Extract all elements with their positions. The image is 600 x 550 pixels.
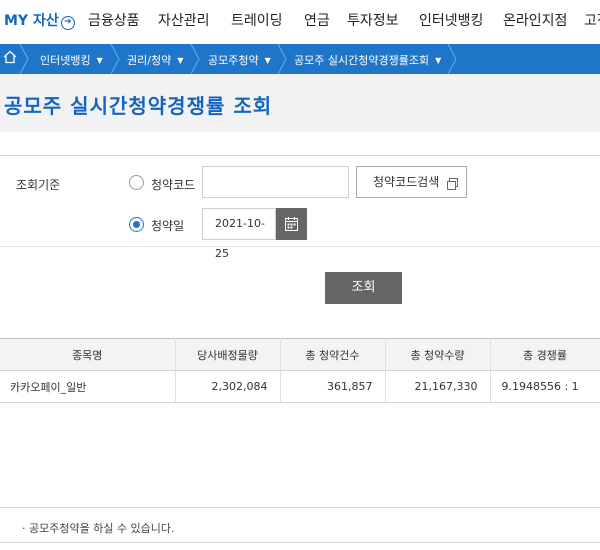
breadcrumb-ipo-subscription[interactable]: 공모주청약 ▼: [208, 52, 271, 68]
nav-item-online-branch[interactable]: 온라인지점: [503, 10, 567, 30]
nav-item-pension[interactable]: 연금: [304, 10, 330, 30]
home-icon[interactable]: [2, 50, 18, 66]
chevron-down-icon: ▼: [435, 56, 442, 65]
table-row: 카카오페이_일반 2,302,084 361,857 21,167,330 9.…: [0, 370, 600, 403]
search-form: 조회기준 청약코드 청약코드검색 청약일 2021-10-25: [0, 155, 600, 260]
page-title-band: 공모주 실시간청약경쟁률 조회: [0, 74, 600, 132]
calendar-icon: [285, 217, 298, 231]
table-header-row: 종목명 당사배정물량 총 청약건수 총 청약수량 총 경쟁률: [0, 338, 600, 371]
breadcrumb-separator: [109, 44, 121, 74]
code-search-button[interactable]: 청약코드검색: [356, 166, 467, 198]
subscription-date-input[interactable]: 2021-10-25: [202, 208, 276, 260]
my-assets-label: MY 자산: [4, 13, 59, 29]
column-header-total-quantity: 총 청약수량: [385, 338, 491, 371]
chevron-down-icon: ▼: [177, 56, 184, 65]
radio-subscription-code[interactable]: [129, 175, 144, 190]
column-header-competition-rate: 총 경쟁률: [490, 338, 600, 371]
breadcrumb-separator: [446, 44, 458, 74]
arrow-circle-icon: ➔: [60, 16, 75, 30]
notice-text: · 공모주청약을 하실 수 있습니다.: [22, 522, 175, 535]
page-title: 공모주 실시간청약경쟁률 조회: [4, 94, 273, 118]
column-header-stock-name: 종목명: [0, 338, 176, 371]
chevron-down-icon: ▼: [96, 56, 103, 65]
notice-box: · 공모주청약을 하실 수 있습니다.: [0, 507, 600, 543]
breadcrumb-separator: [18, 44, 30, 74]
code-search-button-label: 청약코드검색: [373, 175, 440, 189]
popup-icon: [447, 178, 458, 190]
search-button[interactable]: 조회: [325, 272, 402, 304]
breadcrumb-internet-banking[interactable]: 인터넷뱅킹 ▼: [40, 52, 103, 68]
cell-allocated-qty: 2,302,084: [175, 370, 281, 403]
nav-item-trading[interactable]: 트레이딩: [231, 10, 283, 30]
nav-item-financial-products[interactable]: 금융상품: [88, 10, 140, 30]
nav-item-customer[interactable]: 고객: [584, 10, 600, 30]
cell-total-quantity: 21,167,330: [385, 370, 491, 403]
breadcrumb-separator: [189, 44, 201, 74]
subscription-code-input[interactable]: [202, 166, 349, 198]
nav-item-internet-banking[interactable]: 인터넷뱅킹: [419, 10, 483, 30]
column-header-total-applications: 총 청약건수: [280, 338, 386, 371]
column-header-allocated-qty: 당사배정물량: [175, 338, 281, 371]
my-assets-link[interactable]: MY 자산 ➔: [4, 10, 75, 30]
breadcrumb-separator: [276, 44, 288, 74]
breadcrumb-current[interactable]: 공모주 실시간청약경쟁률조회 ▼: [294, 52, 441, 68]
radio-subscription-code-label[interactable]: 청약코드: [151, 176, 195, 193]
chevron-down-icon: ▼: [264, 56, 271, 65]
criteria-label: 조회기준: [16, 178, 61, 192]
cell-total-applications: 361,857: [280, 370, 386, 403]
cell-competition-rate: 9.1948556 : 1: [490, 370, 600, 403]
breadcrumb-label: 공모주청약: [208, 54, 259, 67]
breadcrumb-label: 공모주 실시간청약경쟁률조회: [294, 54, 430, 67]
breadcrumb-label: 인터넷뱅킹: [40, 54, 91, 67]
calendar-button[interactable]: [276, 208, 307, 240]
radio-subscription-date[interactable]: [129, 217, 144, 232]
nav-item-asset-management[interactable]: 자산관리: [158, 10, 210, 30]
top-navigation: MY 자산 ➔ 금융상품 자산관리 트레이딩 연금 투자정보 인터넷뱅킹 온라인지…: [0, 0, 600, 40]
competition-rate-table: 종목명 당사배정물량 총 청약건수 총 청약수량 총 경쟁률 카카오페이_일반 …: [0, 338, 600, 403]
radio-subscription-date-label[interactable]: 청약일: [151, 217, 184, 234]
breadcrumb-label: 권리/청약: [127, 54, 172, 67]
nav-item-investment-info[interactable]: 투자정보: [347, 10, 399, 30]
breadcrumb-rights-subscription[interactable]: 권리/청약 ▼: [127, 52, 183, 68]
cell-stock-name: 카카오페이_일반: [0, 370, 176, 403]
breadcrumb: 인터넷뱅킹 ▼ 권리/청약 ▼ 공모주청약 ▼ 공모주 실시간청약경쟁률조회 ▼: [0, 44, 600, 74]
